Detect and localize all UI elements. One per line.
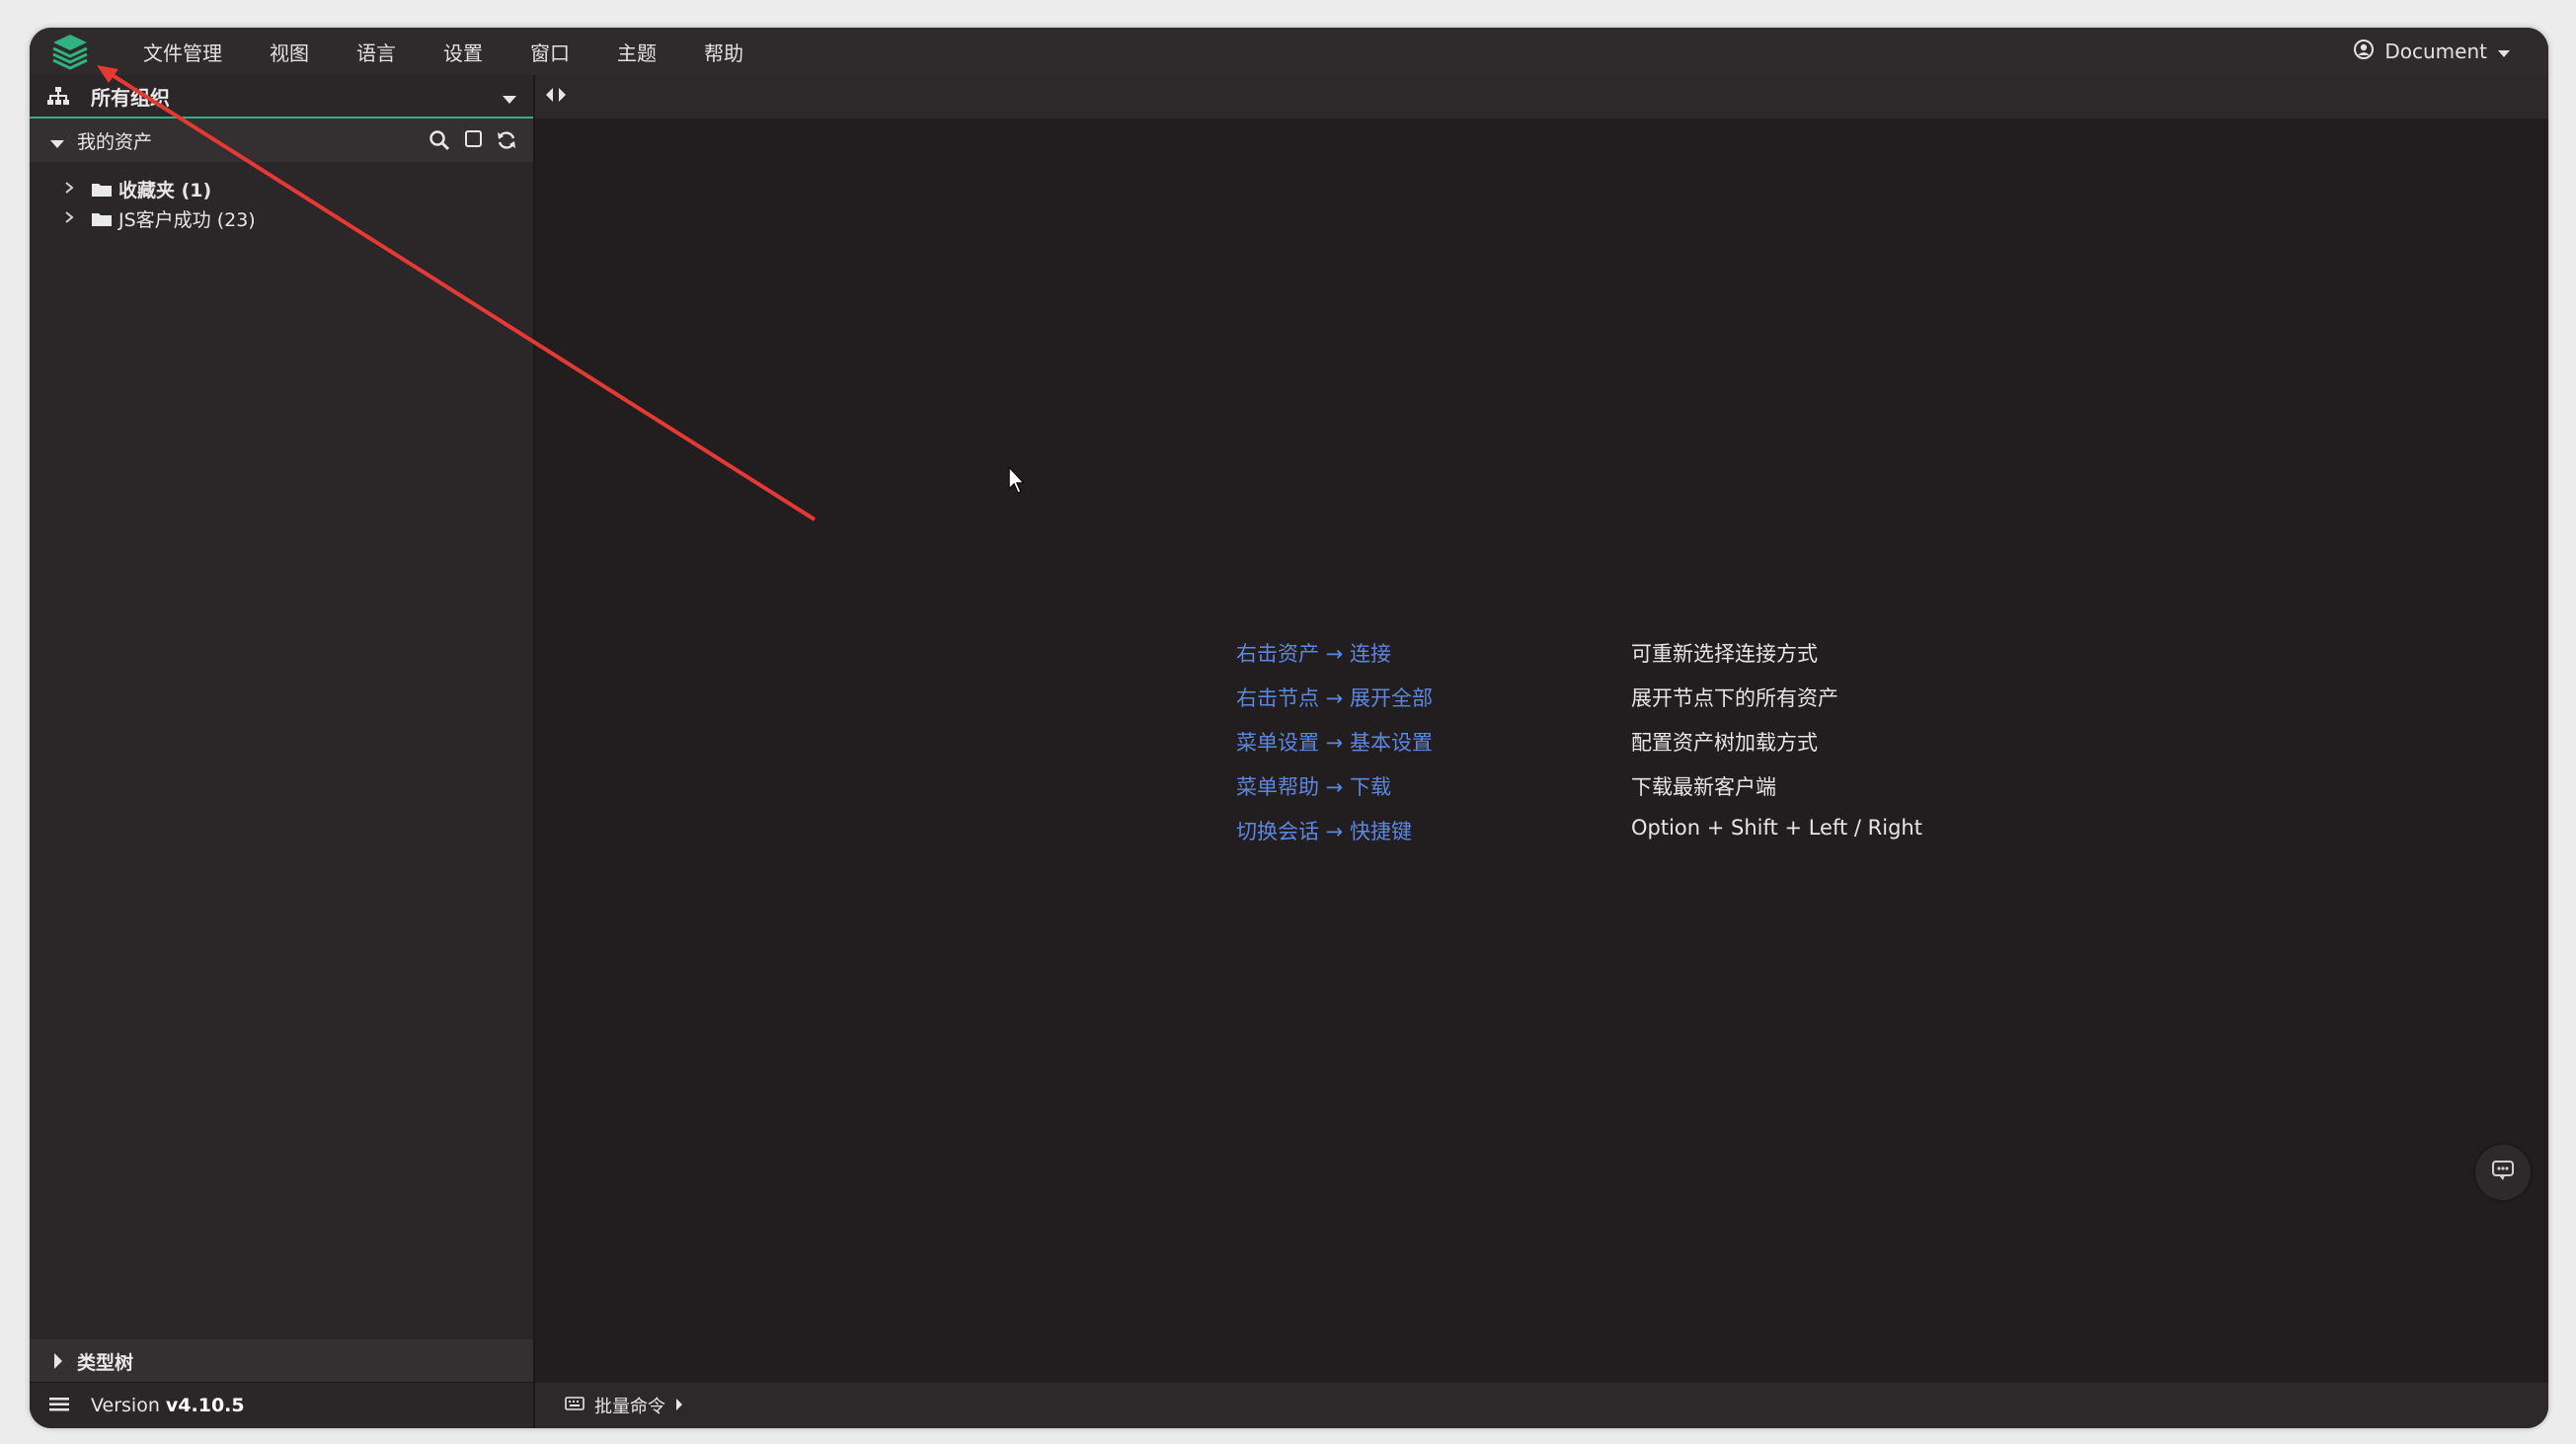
org-tree-icon [47,87,69,109]
tip-description: 下载最新客户端 [1631,775,1776,799]
tip-description: Option + Shift + Left / Right [1631,816,1922,840]
tip-row: 右击节点 → 展开全部 展开节点下的所有资产 [1236,682,1922,727]
org-label: 所有组织 [91,85,170,110]
main-area: 右击资产 → 连接 可重新选择连接方式 右击节点 → 展开全部 展开节点下的所有… [535,75,2548,1428]
tab-scroll-arrows[interactable] [543,85,573,110]
menu-window[interactable]: 窗口 [530,38,570,66]
menu-settings[interactable]: 设置 [443,38,483,66]
sidebar-footer: Version v4.10.5 [30,1382,533,1428]
tip-shortcut: 右击节点 → 展开全部 [1236,686,1433,710]
tips-panel: 右击资产 → 连接 可重新选择连接方式 右击节点 → 展开全部 展开节点下的所有… [1236,638,1922,860]
type-tree-header[interactable]: 类型树 [30,1339,533,1383]
version-text: Version v4.10.5 [91,1395,245,1416]
version-value: v4.10.5 [165,1395,245,1416]
tree-node-js-customer-success[interactable]: JS客户成功 (23) [30,203,533,233]
organization-selector[interactable]: 所有组织 [30,75,533,119]
batch-command-label: 批量命令 [594,1397,665,1417]
folder-icon [91,181,113,197]
batch-command-button[interactable]: 批量命令 [565,1393,683,1418]
app-logo-icon[interactable] [49,31,91,72]
list-menu-icon[interactable] [49,1397,69,1416]
caret-down-icon [49,134,65,153]
tip-row: 右击资产 → 连接 可重新选择连接方式 [1236,638,1922,682]
menu-language[interactable]: 语言 [356,38,396,66]
my-assets-title: 我的资产 [77,130,153,153]
user-circle-icon [2353,39,2375,65]
chevron-right-icon [63,209,83,228]
keyboard-icon [565,1396,585,1416]
search-icon[interactable] [429,129,450,155]
folder-icon [91,210,113,226]
chevron-right-icon [63,180,83,199]
tree-node-favorites[interactable]: 收藏夹 (1) [30,174,533,203]
asset-tree: 收藏夹 (1) JS客户成功 (23) [30,174,533,233]
menu-help[interactable]: 帮助 [704,38,743,66]
my-assets-header[interactable]: 我的资产 [30,119,533,162]
caret-down-icon [2497,40,2511,63]
tip-description: 可重新选择连接方式 [1631,642,1818,666]
tab-bar [535,75,2548,119]
tip-shortcut: 切换会话 → 快捷键 [1236,820,1412,843]
tip-description: 展开节点下的所有资产 [1631,686,1838,710]
mouse-cursor-icon [1007,465,1029,499]
top-menu-bar: 文件管理 视图 语言 设置 窗口 主题 帮助 Document [30,28,2548,75]
chat-feedback-button[interactable] [2475,1145,2531,1200]
version-prefix: Version [91,1395,166,1416]
tip-row: 切换会话 → 快捷键 Option + Shift + Left / Right [1236,816,1922,860]
tip-shortcut: 菜单设置 → 基本设置 [1236,731,1433,755]
menu-theme[interactable]: 主题 [617,38,657,66]
refresh-icon[interactable] [496,129,517,155]
tip-description: 配置资产树加载方式 [1631,731,1818,755]
menu-file-management[interactable]: 文件管理 [143,38,222,66]
caret-right-icon [675,1396,683,1416]
tip-row: 菜单设置 → 基本设置 配置资产树加载方式 [1236,727,1922,771]
main-footer: 批量命令 [535,1383,2548,1428]
tip-shortcut: 菜单帮助 → 下载 [1236,775,1391,799]
account-dropdown[interactable]: Document [2353,28,2511,75]
caret-right-icon [53,1352,63,1374]
tip-row: 菜单帮助 → 下载 下载最新客户端 [1236,771,1922,816]
tree-node-label: JS客户成功 (23) [118,208,256,231]
sidebar: 所有组织 我的资产 收藏夹 (1) JS客户成功 (23) 类型树 Versio… [30,75,535,1428]
account-label: Document [2384,40,2487,63]
collapse-square-icon[interactable] [464,129,484,153]
type-tree-label: 类型树 [77,1351,134,1374]
caret-down-icon [502,90,517,109]
menu-view[interactable]: 视图 [270,38,309,66]
tree-node-label: 收藏夹 (1) [118,179,212,201]
app-window: 文件管理 视图 语言 设置 窗口 主题 帮助 Document 所有组织 我的资… [30,28,2548,1428]
tip-shortcut: 右击资产 → 连接 [1236,642,1391,666]
chat-bubble-icon [2490,1158,2516,1187]
main-menu: 文件管理 视图 语言 设置 窗口 主题 帮助 [143,28,791,75]
